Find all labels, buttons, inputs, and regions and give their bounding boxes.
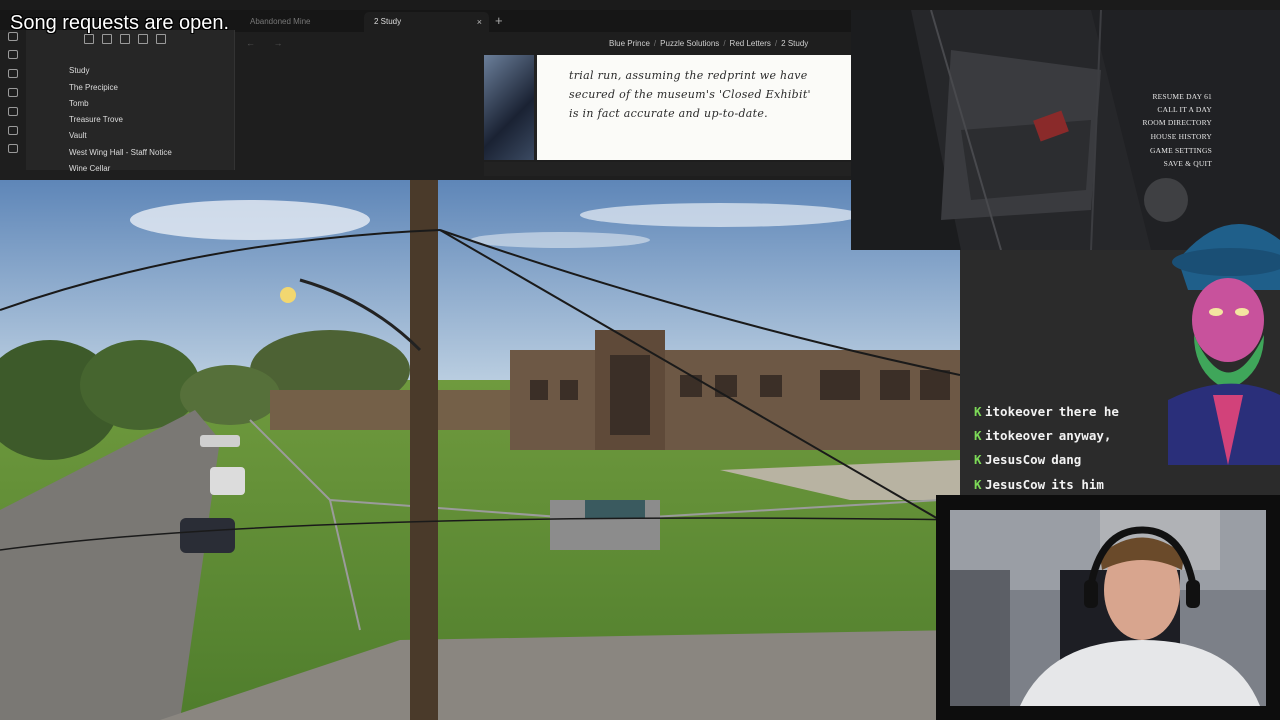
chat-badge-icon: K (974, 452, 982, 467)
note-line: trial run, assuming the redprint we have (569, 69, 808, 82)
chat-username: itokeover (985, 428, 1053, 443)
chat-username: JesusCow (985, 477, 1046, 492)
file-item-the-precipice[interactable]: The Precipice (69, 83, 118, 92)
chat-text: there he (1058, 404, 1119, 419)
breadcrumb-item[interactable]: Blue Prince (609, 39, 650, 48)
breadcrumb-item[interactable]: Red Letters (730, 39, 771, 48)
copy-icon[interactable] (8, 144, 18, 153)
webcam-feed (950, 510, 1266, 706)
chat-badge-icon: K (974, 428, 982, 443)
breadcrumb-separator: / (774, 39, 778, 48)
file-item-treasure-trove[interactable]: Treasure Trove (69, 115, 123, 124)
menu-game-settings[interactable]: GAME SETTINGS (1140, 146, 1212, 155)
chat-badge-icon: K (974, 477, 982, 492)
street-view-photo (0, 180, 960, 720)
breadcrumb-item[interactable]: Puzzle Solutions (660, 39, 719, 48)
file-explorer-toolbar (84, 34, 166, 50)
files-icon[interactable] (8, 50, 18, 59)
tab-2-study[interactable]: 2 Study × (364, 12, 489, 32)
breadcrumb: Blue Prince / Puzzle Solutions / Red Letters… (609, 39, 808, 48)
file-item-study[interactable]: Study (69, 66, 89, 75)
breadcrumb-item: 2 Study (781, 39, 809, 48)
file-item-vault[interactable]: Vault (69, 131, 87, 140)
chat-text: anyway, (1058, 428, 1112, 443)
close-icon[interactable]: × (477, 12, 482, 32)
collapse-icon[interactable] (138, 34, 148, 44)
search-icon[interactable] (8, 69, 18, 78)
graph-icon[interactable] (8, 88, 18, 97)
menu-resume-label: RESUME (1152, 92, 1185, 101)
tab-abandoned-mine[interactable]: Abandoned Mine (240, 12, 365, 32)
chat-message: Kitokeover there he (974, 404, 1119, 419)
song-requests-banner: Song requests are open. (10, 12, 230, 34)
chat-text: dang (1051, 452, 1082, 467)
chat-message: K JesusCow its him (974, 477, 1104, 492)
chat-message: Kitokeover anyway, (974, 428, 1111, 443)
streamer-avatar-illustration (1168, 200, 1280, 465)
chat-text: its him (1051, 477, 1104, 492)
tab-label: Abandoned Mine (250, 17, 311, 26)
chat-message: K JesusCow dang (974, 452, 1081, 467)
file-item-west-wing-hall[interactable]: West Wing Hall - Staff Notice (69, 148, 172, 157)
note-line: secured of the museum's 'Closed Exhibit' (569, 88, 811, 101)
new-folder-icon[interactable] (102, 34, 112, 44)
new-tab-button[interactable]: + (495, 13, 503, 28)
breadcrumb-separator: / (723, 39, 726, 48)
menu-house-history[interactable]: HOUSE HISTORY (1140, 132, 1212, 141)
close-icon[interactable] (156, 34, 166, 44)
menu-resume[interactable]: RESUME DAY 61 (1140, 92, 1212, 101)
chat-badge-icon: K (974, 404, 982, 419)
sort-icon[interactable] (120, 34, 130, 44)
file-item-wine-cellar[interactable]: Wine Cellar (69, 164, 110, 173)
menu-resume-day: DAY 61 (1186, 92, 1212, 101)
note-divider (484, 162, 851, 176)
chat-username: JesusCow (985, 452, 1046, 467)
image-game-crop (484, 55, 534, 160)
note-embedded-image: trial run, assuming the redprint we have… (484, 55, 851, 160)
menu-call-it-a-day[interactable]: CALL IT A DAY (1140, 105, 1212, 114)
nav-arrows[interactable]: ← → (246, 38, 291, 48)
breadcrumb-separator: / (653, 39, 657, 48)
calendar-icon[interactable] (8, 126, 18, 135)
chat-username: itokeover (985, 404, 1053, 419)
menu-save-quit[interactable]: SAVE & QUIT (1140, 159, 1212, 168)
menu-room-directory[interactable]: ROOM DIRECTORY (1140, 118, 1212, 127)
note-line: is in fact accurate and up-to-date. (569, 107, 768, 120)
handwritten-card: trial run, assuming the redprint we have… (534, 55, 851, 160)
canvas-icon[interactable] (8, 107, 18, 116)
left-ribbon (0, 30, 27, 170)
file-item-tomb[interactable]: Tomb (69, 99, 89, 108)
new-note-icon[interactable] (84, 34, 94, 44)
tab-label: 2 Study (374, 17, 402, 26)
